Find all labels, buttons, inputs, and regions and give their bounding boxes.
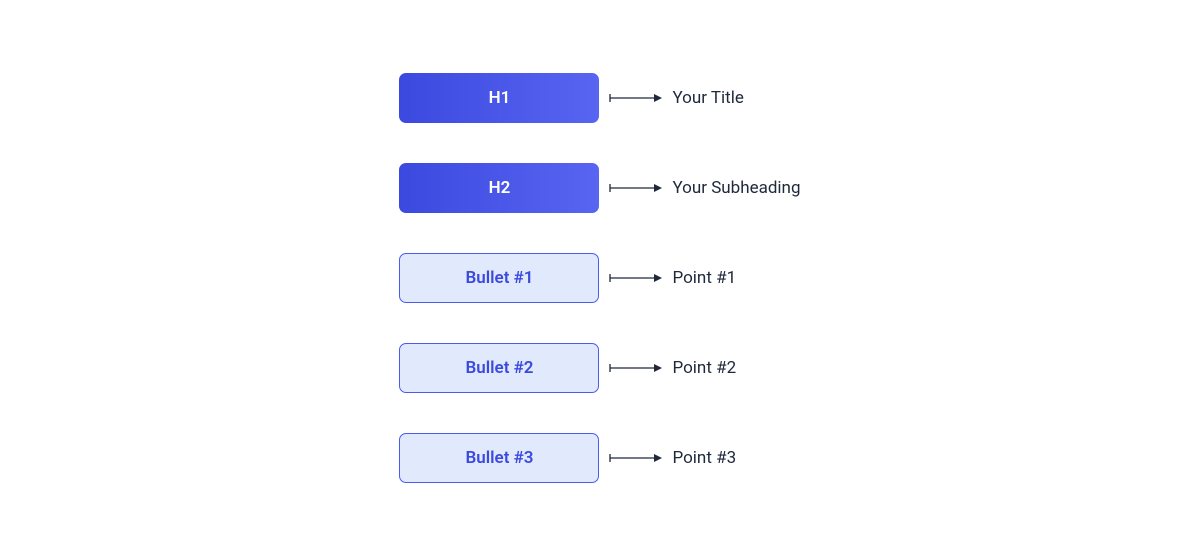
block-h1: H1 — [399, 73, 599, 123]
block-bullet-1: Bullet #1 — [399, 253, 599, 303]
row-bullet-1: Bullet #1 Point #1 — [399, 253, 800, 303]
row-description: Your Subheading — [672, 178, 800, 198]
structure-diagram: H1 Your Title H2 Your Subheading Bullet … — [399, 73, 800, 483]
block-label: H1 — [489, 88, 511, 108]
row-description: Your Title — [672, 88, 743, 108]
arrow-icon — [609, 453, 664, 463]
row-h2: H2 Your Subheading — [399, 163, 800, 213]
row-bullet-2: Bullet #2 Point #2 — [399, 343, 800, 393]
row-h1: H1 Your Title — [399, 73, 800, 123]
block-bullet-3: Bullet #3 — [399, 433, 599, 483]
arrow-icon — [609, 93, 664, 103]
block-label: Bullet #1 — [465, 268, 533, 288]
row-bullet-3: Bullet #3 Point #3 — [399, 433, 800, 483]
arrow-icon — [609, 363, 664, 373]
block-bullet-2: Bullet #2 — [399, 343, 599, 393]
arrow-icon — [609, 273, 664, 283]
block-h2: H2 — [399, 163, 599, 213]
row-description: Point #3 — [672, 448, 736, 468]
block-label: Bullet #3 — [465, 448, 533, 468]
block-label: Bullet #2 — [465, 358, 533, 378]
arrow-icon — [609, 183, 664, 193]
row-description: Point #2 — [672, 358, 736, 378]
block-label: H2 — [489, 178, 511, 198]
row-description: Point #1 — [672, 268, 736, 288]
